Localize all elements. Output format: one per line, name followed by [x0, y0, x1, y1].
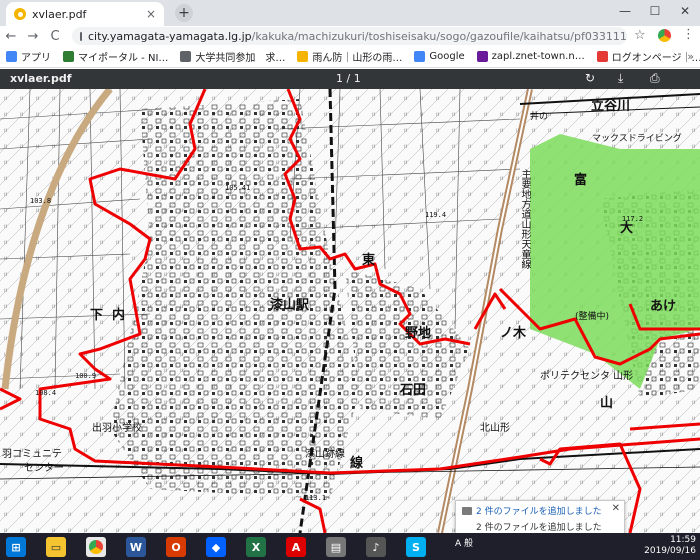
- bookmark-icon: [6, 51, 17, 62]
- map-label-uchiwa: 内: [112, 308, 126, 323]
- window-close-button[interactable]: ✕: [670, 0, 700, 22]
- page-indicator: 1 / 1: [336, 72, 361, 85]
- bookmark-label: 大学共同参加 求…: [195, 53, 286, 64]
- map-label-kutsumi-line: 漆山跡線: [305, 449, 345, 460]
- rotate-icon[interactable]: ↻: [585, 71, 595, 85]
- map-label-driving: マックスドライビング: [592, 134, 682, 144]
- extension-icon[interactable]: [658, 29, 671, 42]
- notification-body: 2 件のファイルを追加しました: [476, 523, 602, 533]
- bookmark-label: マイポータル - NI…: [78, 53, 169, 64]
- start-icon[interactable]: ⊞: [6, 537, 26, 557]
- bookmark-label: Google: [429, 51, 465, 62]
- pdf-toolbar: xvlaer.pdf 1 / 1 ↻ ⤓ ⎙: [0, 69, 700, 89]
- url-host: city.yamagata-yamagata.lg.jp: [88, 29, 252, 43]
- bookmark-icon: [414, 51, 426, 62]
- pdf-filename: xvlaer.pdf: [10, 72, 72, 85]
- browser-tab[interactable]: xvlaer.pdf ×: [6, 2, 164, 26]
- browser-toolbar: ← → C city.yamagata-yamagata.lg.jp/kakuk…: [0, 26, 700, 46]
- notification-close-icon[interactable]: ✕: [612, 503, 620, 514]
- maximize-button[interactable]: ☐: [640, 0, 670, 22]
- bookmark-item[interactable]: ログオンページ｜…: [596, 49, 700, 64]
- clock-date: 2019/09/16: [644, 546, 696, 556]
- system-clock[interactable]: 11:59 2019/09/16: [630, 535, 696, 557]
- app-icon[interactable]: ▤: [326, 537, 346, 557]
- clock-time: 11:59: [670, 535, 696, 545]
- back-button[interactable]: ←: [0, 29, 22, 44]
- map-label-sen: 線: [350, 456, 364, 471]
- bookmarks-bar: アプリ マイポータル - NI… 大学共同参加 求… 雨ん防｜山形の雨… Google z…: [0, 46, 700, 68]
- bookmark-label: アプリ: [21, 53, 51, 64]
- map-label-seibi: (整備中): [575, 312, 610, 322]
- map-label-onomuki: ノ木: [500, 326, 527, 341]
- tab-strip: xvlaer.pdf × + — ☐ ✕: [0, 0, 700, 26]
- bookmark-star-icon[interactable]: ☆: [634, 28, 646, 43]
- map-label-higashi: 東: [362, 253, 376, 268]
- dropbox-icon[interactable]: ◆: [206, 537, 226, 557]
- pdf-map-page[interactable]: ıı: [0, 89, 700, 533]
- itunes-icon[interactable]: ♪: [366, 537, 386, 557]
- elevation-label: 117.2: [622, 215, 644, 223]
- print-icon[interactable]: ⎙: [650, 71, 660, 86]
- url-path: /kakuka/machizukuri/toshiseisaku/sogo/ga…: [251, 29, 627, 43]
- lock-icon: [80, 31, 82, 41]
- notification-title: 2 件のファイルを追加しました: [476, 507, 602, 517]
- tab-title: xvlaer.pdf: [32, 7, 87, 21]
- map-label-polytech: ポリテクセンタ 山形: [540, 371, 634, 382]
- bookmark-icon: [297, 51, 309, 62]
- map-label-center: センター: [24, 463, 64, 474]
- elevation-label: 113.1: [305, 494, 327, 502]
- elevation-label: 108.4: [35, 389, 57, 397]
- bookmark-item[interactable]: アプリ: [6, 49, 51, 64]
- bookmark-item[interactable]: zapl.znet-town.n…: [476, 51, 585, 62]
- minimize-button[interactable]: —: [610, 0, 640, 22]
- elevation-label: 103.8: [30, 197, 52, 205]
- excel-icon[interactable]: X: [246, 537, 266, 557]
- tab-close-icon[interactable]: ×: [146, 7, 156, 21]
- file-added-notification[interactable]: 2 件のファイルを追加しました 2 件のファイルを追加しました ✕: [455, 500, 625, 534]
- map-label-kitayama: 北山形: [480, 423, 510, 434]
- map-label-community: 羽コミュニテ: [2, 449, 62, 460]
- browser-menu-icon[interactable]: ⋮: [682, 27, 695, 42]
- map-label-ima: 井の: [530, 112, 549, 122]
- map-label-noji: 野地: [405, 326, 432, 341]
- map-label-aioi: あけ: [650, 299, 677, 314]
- map-label-vertical-road: 主要地方道山形天童線: [519, 169, 530, 269]
- map-label-station: 漆山駅: [270, 298, 310, 313]
- forward-button[interactable]: →: [22, 29, 44, 44]
- map-label-ishida: 石田: [400, 383, 427, 398]
- word-icon[interactable]: W: [126, 537, 146, 557]
- bookmark-item[interactable]: 大学共同参加 求…: [180, 49, 285, 64]
- bookmark-icon: [180, 51, 192, 62]
- elevation-label: 105.41: [225, 184, 251, 192]
- bookmark-icon: [596, 51, 608, 62]
- bookmark-item[interactable]: 雨ん防｜山形の雨…: [297, 49, 402, 64]
- chrome-icon[interactable]: [86, 537, 106, 557]
- map-label-tomi: 富: [574, 173, 588, 188]
- map-label-yamagata: 山: [600, 396, 614, 411]
- elevation-label: 119.4: [425, 211, 447, 219]
- map-label-shimo: 下: [90, 308, 104, 323]
- skype-icon[interactable]: S: [406, 537, 426, 557]
- map-label-tateyagawa: 立谷川: [591, 99, 631, 114]
- bookmark-label: 雨ん防｜山形の雨…: [312, 53, 403, 64]
- map-label-dewa-school: 出羽小学校: [92, 423, 142, 434]
- bookmark-item[interactable]: マイポータル - NI…: [63, 49, 168, 64]
- elevation-label: 100.9: [75, 372, 97, 380]
- download-icon[interactable]: ⤓: [618, 71, 623, 86]
- office-icon[interactable]: O: [166, 537, 186, 557]
- ime-indicator[interactable]: A 般: [455, 536, 473, 549]
- bookmarks-overflow-button[interactable]: »: [687, 50, 694, 63]
- pdf-favicon-icon: [14, 8, 26, 20]
- new-tab-button[interactable]: +: [175, 4, 193, 22]
- address-bar[interactable]: city.yamagata-yamagata.lg.jp/kakuka/mach…: [72, 27, 627, 45]
- bookmark-label: zapl.znet-town.n…: [491, 51, 585, 62]
- bookmark-icon: [476, 51, 488, 62]
- acrobat-icon[interactable]: A: [286, 537, 306, 557]
- bookmark-item[interactable]: Google: [414, 51, 465, 62]
- windows-taskbar: ⊞ ▭ W O ◆ X A ▤ ♪ S: [0, 533, 700, 560]
- folder-icon: [462, 506, 472, 515]
- reload-button[interactable]: C: [44, 29, 66, 44]
- bookmark-icon: [63, 51, 74, 62]
- file-explorer-icon[interactable]: ▭: [46, 537, 66, 557]
